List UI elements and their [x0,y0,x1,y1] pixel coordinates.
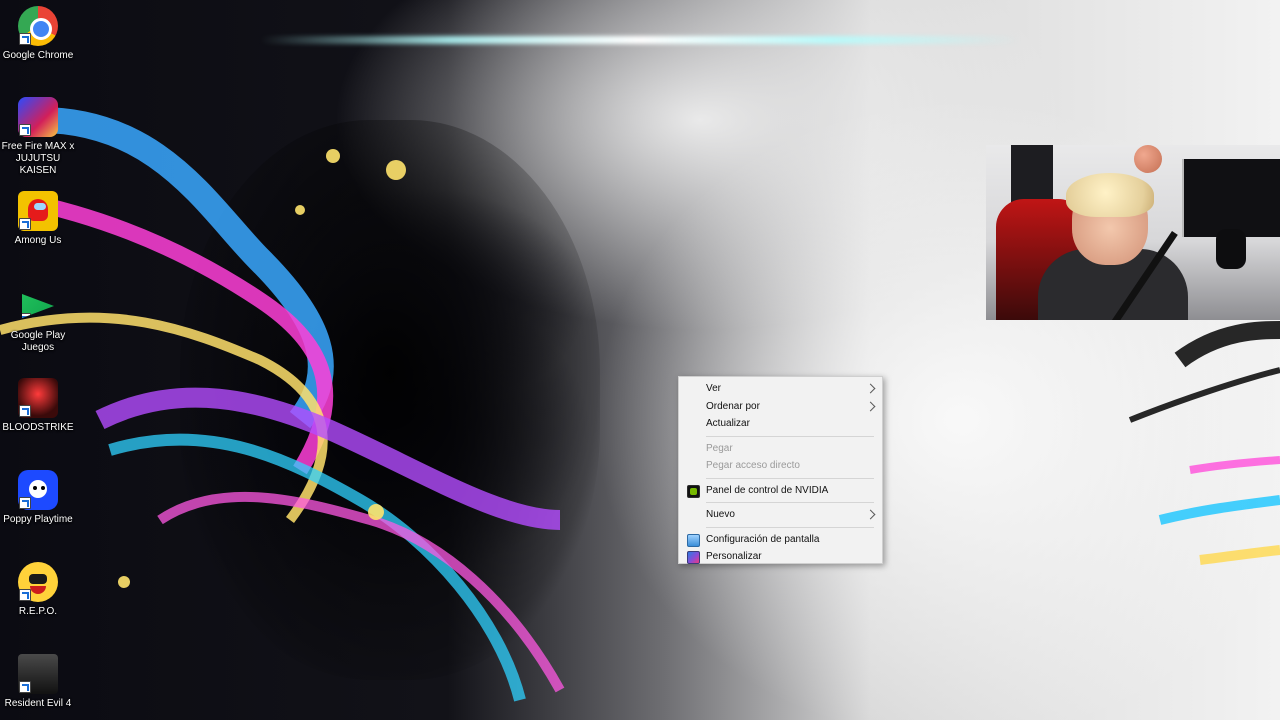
desktop-icon-label: Resident Evil 4 [4,698,72,709]
display-settings-icon [687,533,700,547]
desktop-wallpaper [0,0,1280,720]
desktop-icon-poppy-playtime[interactable]: Poppy Playtime [0,470,76,526]
context-menu-item-ordenar-por[interactable]: Ordenar por [679,398,882,416]
shortcut-arrow-icon [19,681,31,693]
resident-evil-4-icon [18,654,58,694]
desktop-icon-label: Google Play Juegos [10,330,66,353]
desktop-icon-google-play-juegos[interactable]: Google Play Juegos [0,286,76,354]
webcam-background-ball [1134,145,1162,173]
bloodstrike-icon [18,378,58,418]
menu-item-label: Ver [706,383,722,394]
chevron-right-icon [865,383,876,394]
free-fire-max-icon [18,97,58,137]
desktop-icon-resident-evil-4[interactable]: Resident Evil 4 [0,654,76,710]
chevron-right-icon [865,401,876,411]
desktop-icon-label: Free Fire MAX x JUJUTSU KAISEN [1,141,75,176]
shortcut-arrow-icon [19,405,31,417]
repo-icon [18,562,58,602]
menu-separator [706,435,874,437]
shortcut-arrow-icon [19,589,31,601]
chrome-icon [18,6,58,46]
menu-item-label: Configuración de pantalla [706,533,820,545]
among-us-icon [18,191,58,231]
menu-item-label: Pegar [706,442,733,454]
shortcut-arrow-icon [22,313,31,318]
desktop-icon-free-fire-max[interactable]: Free Fire MAX x JUJUTSU KAISEN [0,97,76,177]
context-menu-item-pegar-acceso-directo[interactable]: Pegar acceso directo [679,457,882,475]
menu-separator [706,477,874,479]
context-menu-item-ver[interactable]: Ver [679,380,882,398]
shortcut-arrow-icon [19,218,31,230]
webcam-microphone [1216,229,1246,269]
menu-item-label: Personalizar [706,551,762,562]
desktop-context-menu: Ver Ordenar por Actualizar Pegar Pegar a… [678,376,883,564]
desktop-icon-label: Google Chrome [2,50,74,61]
context-menu-item-personalizar[interactable]: Personalizar [679,548,882,566]
personalize-icon [687,551,700,564]
desktop-icon-google-chrome[interactable]: Google Chrome [0,6,76,62]
context-menu-item-actualizar[interactable]: Actualizar [679,415,882,433]
menu-item-label: Actualizar [706,418,750,429]
wallpaper-artwork [0,107,1280,702]
menu-item-label: Panel de control de NVIDIA [706,484,829,496]
shortcut-arrow-icon [19,124,31,136]
webcam-overlay [986,145,1280,320]
menu-separator [706,502,874,503]
context-menu-item-panel-nvidia[interactable]: Panel de control de NVIDIA [679,482,882,500]
webcam-person-hair [1066,173,1154,217]
desktop-icon-label: BLOODSTRIKE [2,422,74,433]
desktop-icon-label: Poppy Playtime [3,514,73,525]
desktop-icon-label: Among Us [14,235,62,246]
desktop-icon-label: R.E.P.O. [18,606,58,617]
google-play-games-icon [22,294,54,318]
desktop-icon-bloodstrike[interactable]: BLOODSTRIKE [0,378,76,434]
menu-item-label: Pegar acceso directo [706,460,800,471]
menu-item-label: Ordenar por [706,400,760,412]
nvidia-icon [687,484,700,498]
menu-item-label: Nuevo [706,509,735,520]
menu-separator [706,526,874,528]
shortcut-arrow-icon [19,33,31,45]
shortcut-arrow-icon [19,497,31,509]
poppy-playtime-icon [18,470,58,510]
context-menu-item-configuracion-pantalla[interactable]: Configuración de pantalla [679,531,882,549]
desktop-icon-among-us[interactable]: Among Us [0,191,76,247]
desktop-icon-repo[interactable]: R.E.P.O. [0,562,76,618]
webcam-background-monitor [1182,159,1280,237]
chevron-right-icon [865,509,876,520]
context-menu-item-pegar[interactable]: Pegar [679,440,882,458]
context-menu-item-nuevo[interactable]: Nuevo [679,506,882,524]
